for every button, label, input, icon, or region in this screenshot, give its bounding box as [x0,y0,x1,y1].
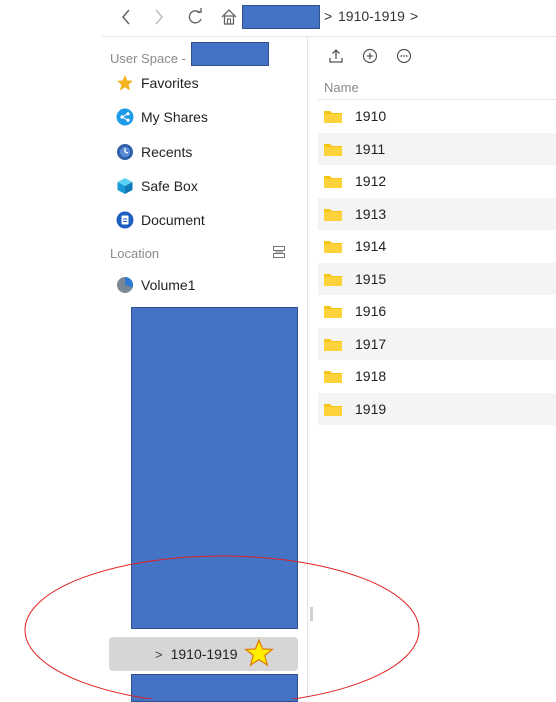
folder-icon [323,303,343,319]
folder-row[interactable]: 1915 [318,262,556,295]
sidebar-item-label: Safe Box [141,178,198,194]
redacted-breadcrumb [242,5,320,29]
folder-row[interactable]: 1913 [318,197,556,230]
tree-item-selected-folder[interactable]: > 1910-1919 [109,637,298,671]
folder-name: 1912 [355,173,387,190]
folder-icon [323,271,343,287]
folder-icon [323,238,343,254]
folder-list: 1910 1911 1912 1913 1914 1915 1916 1917 … [318,100,556,425]
cube-icon [116,177,134,195]
folder-row[interactable]: 1912 [318,165,556,198]
refresh-icon[interactable] [184,6,206,28]
folder-icon [323,206,343,222]
folder-icon [323,173,343,189]
user-space-label: User Space - [110,51,186,66]
sidebar-item-safe-box[interactable]: Safe Box [116,173,198,199]
document-icon [116,211,134,229]
redacted-username [191,42,269,66]
folder-name: 1915 [355,270,387,287]
sidebar-item-label: Volume1 [141,277,196,293]
chevron-left-icon[interactable] [116,6,138,28]
folder-row[interactable]: 1917 [318,327,556,360]
sidebar-item-favorites[interactable]: Favorites [116,70,199,96]
sidebar-item-volume1[interactable]: Volume1 [116,272,195,298]
folder-icon [323,108,343,124]
folder-row[interactable]: 1919 [318,392,556,425]
file-list-pane: Name 1910 1911 1912 1913 1914 1915 1916 … [308,37,556,699]
top-toolbar: > 1910-1919 > [102,0,556,37]
breadcrumb-current[interactable]: 1910-1919 [338,8,405,24]
sidebar-item-document[interactable]: Document [116,207,205,233]
folder-row[interactable]: 1911 [318,132,556,165]
sidebar-item-label: Favorites [141,75,199,91]
home-icon[interactable] [218,6,240,28]
sidebar-item-label: My Shares [141,109,208,125]
folder-icon [323,368,343,384]
column-header-name[interactable]: Name [324,80,359,95]
folder-name: 1918 [355,368,387,385]
folder-name: 1917 [355,335,387,352]
manage-location-icon[interactable] [272,245,286,259]
folder-icon [323,336,343,352]
chevron-right-icon[interactable] [148,6,170,28]
folder-icon [323,141,343,157]
folder-name: 1916 [355,303,387,320]
share-icon [116,108,134,126]
add-icon[interactable] [362,48,378,64]
more-icon[interactable] [396,48,412,64]
redacted-folder-tree [131,307,298,629]
breadcrumb-separator-end: > [410,8,419,24]
folder-row[interactable]: 1914 [318,230,556,263]
folder-name: 1911 [355,140,386,157]
folder-row[interactable]: 1918 [318,360,556,393]
upload-icon[interactable] [328,48,344,64]
folder-name: 1919 [355,400,387,417]
redacted-folder-tree-bottom [131,674,298,702]
location-label: Location [110,246,160,261]
folder-icon [323,401,343,417]
folder-name: 1913 [355,205,387,222]
sidebar: User Space - Favorites My Shares Recents… [102,37,313,702]
chevron-right-icon: > [155,646,163,662]
folder-name: 1910 [355,108,387,125]
sidebar-item-recents[interactable]: Recents [116,139,192,165]
disk-pie-icon [116,276,134,294]
folder-row[interactable]: 1910 [318,100,556,133]
star-icon [116,74,134,92]
tree-item-label: 1910-1919 [170,646,238,662]
star-icon [243,637,274,670]
folder-row[interactable]: 1916 [318,295,556,328]
folder-name: 1914 [355,238,387,255]
sidebar-item-my-shares[interactable]: My Shares [116,104,208,130]
breadcrumb-separator: > [324,8,333,24]
sidebar-item-label: Document [141,212,205,228]
sidebar-item-label: Recents [141,144,193,160]
clock-icon [116,143,134,161]
